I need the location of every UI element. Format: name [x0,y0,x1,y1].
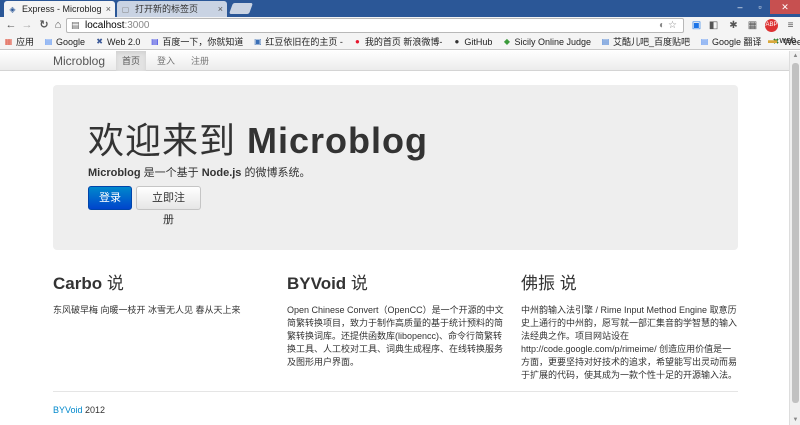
window-close-icon[interactable]: ✕ [770,0,800,14]
footer: BYVoid 2012 [53,405,106,415]
minimize-icon[interactable]: – [730,0,750,14]
page-action-icon[interactable]: ◐ [659,20,668,31]
tieba-icon: ▤ [601,37,610,46]
hero-title: 欢迎来到 Microblog [88,120,428,161]
settings-gear-icon[interactable]: ✱ [727,19,740,32]
extension-icon[interactable]: ▦ [746,19,759,32]
nav-item-login[interactable]: 登入 [151,51,181,71]
bookmark-web2[interactable]: ✖ Web 2.0 [95,37,140,47]
scrollbar-thumb[interactable] [792,63,799,403]
adblock-icon[interactable]: ABP [765,19,778,32]
express-favicon-icon: ◈ [9,5,16,14]
bookmarks-bar: ▦ 应用 ▤ Google ✖ Web 2.0 ▤ 百度一下，你就知道 ▣ 红豆依旧在的主… [0,34,800,50]
nav-item-home[interactable]: 首页 [116,51,147,71]
site-navbar: Microblog 首页 登入 注册 [0,51,789,71]
back-arrow-icon[interactable]: ← [4,18,18,32]
column-body: Open Chinese Convert（OpenCC）是一个开源的中文简繁转换… [287,305,504,367]
folder-icon: ▬ [767,35,777,45]
column-body: 中州韵输入法引擎 / Rime Input Method Engine 取意历史… [521,305,738,380]
bookmark-weibo[interactable]: ● 我的首页 新浪微博- [353,35,442,48]
url-text: localhost:3000 [85,20,150,31]
bookmark-apps[interactable]: ▦ 应用 [4,35,34,48]
column-body: 东风破早梅 向暖一枝开 冰雪无人见 春从天上来 [53,305,241,315]
omnibox-actions: ◐☆ [659,19,680,32]
window-controls: – ▫ ✕ [730,0,800,17]
apps-grid-icon: ▦ [4,37,13,46]
google-translate-icon: ▤ [700,37,709,46]
browser-tab-strip: ◈ Express - Microblog × ▢ 打开新的标签页 × – ▫ … [0,0,800,17]
browser-tab-microblog[interactable]: ◈ Express - Microblog × [4,1,115,17]
browser-tab-newtab[interactable]: ▢ 打开新的标签页 × [117,1,227,17]
reload-icon[interactable]: ↻ [37,18,51,32]
browser-toolbar: ← → ↻ ⌂ ▤ localhost:3000 ◐☆ ▣ ◧ ✱ ▦ ABP … [0,17,800,34]
page-icon: ▤ [71,20,80,30]
weibo-icon: ● [355,37,360,46]
web2-icon: ✖ [96,37,103,46]
bookmark-github[interactable]: ● GitHub [452,37,493,47]
bookmark-google[interactable]: ▤ Google [44,37,85,47]
extension-icon[interactable]: ◧ [707,19,720,32]
brand-link[interactable]: Microblog [53,51,105,71]
hero-unit: 欢迎来到 Microblog Microblog 是一个基于 Node.js 的… [53,85,738,250]
bookmark-homepage[interactable]: ▣ 红豆依旧在的主页 - [253,35,343,48]
tab-close-icon[interactable]: × [218,1,223,17]
page-scrollbar[interactable]: ▲ ▼ [789,51,800,425]
column-carbo: Carbo 说 东风破早梅 向暖一枝开 冰雪无人见 春从天上来 [53,272,271,317]
column-heading: 佛振 说 [521,274,577,293]
bookmark-star-icon[interactable]: ☆ [668,20,680,31]
scroll-down-arrow-icon[interactable]: ▼ [790,415,800,425]
translate-extension-icon[interactable]: ▣ [690,19,703,32]
login-button[interactable]: 登录 [88,186,132,210]
menu-icon[interactable]: ≡ [784,19,797,32]
hero-subtitle: Microblog 是一个基于 Node.js 的微博系统。 [88,167,311,179]
address-bar[interactable]: ▤ localhost:3000 ◐☆ [66,18,684,33]
tab-title: 打开新的标签页 [135,4,199,14]
github-icon: ● [454,37,460,46]
bookmark-baidu[interactable]: ▤ 百度一下，你就知道 [150,35,243,48]
bookmark-folder-web[interactable]: ▬ web [768,35,796,45]
column-heading: BYVoid 说 [287,274,368,293]
homepage-icon: ▣ [254,37,262,46]
footer-divider [53,391,738,392]
maximize-icon[interactable]: ▫ [750,0,770,14]
column-fozhen: 佛振 说 中州韵输入法引擎 / Rime Input Method Engine… [521,272,739,382]
new-tab-button[interactable] [228,3,254,14]
tab-title: Express - Microblog [22,4,102,14]
bookmark-sicily[interactable]: ◆ Sicily Online Judge [502,37,591,47]
tab-close-icon[interactable]: × [106,1,111,17]
scroll-up-arrow-icon[interactable]: ▲ [790,51,800,61]
column-heading: Carbo 说 [53,274,124,293]
chrome-newtab-icon: ▢ [121,5,130,14]
nav-item-register[interactable]: 注册 [185,51,215,71]
baidu-icon: ▤ [151,37,159,46]
bookmark-google-translate[interactable]: ▤ Google 翻译 [700,35,762,48]
register-button[interactable]: 立即注册 [136,186,201,226]
home-icon[interactable]: ⌂ [51,18,65,32]
sicily-icon: ◆ [503,37,511,46]
google-icon: ▤ [44,37,53,46]
forward-arrow-icon[interactable]: → [20,18,34,32]
footer-byvoid-link[interactable]: BYVoid [53,405,83,415]
column-byvoid: BYVoid 说 Open Chinese Convert（OpenCC）是一个… [287,272,505,369]
bookmark-tieba[interactable]: ▤ 艾酷儿吧_百度贴吧 [601,35,690,48]
